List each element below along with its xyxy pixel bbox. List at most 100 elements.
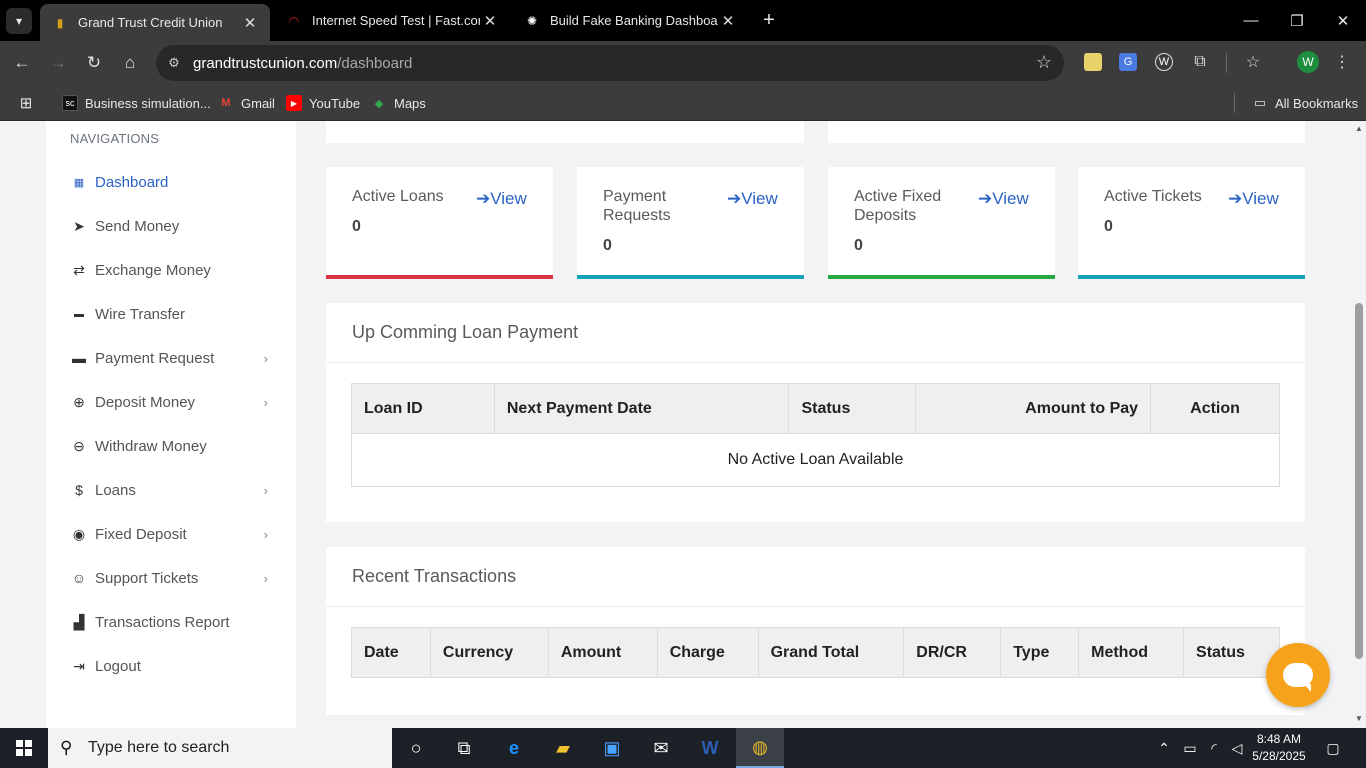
profile-avatar[interactable]: W (1297, 51, 1319, 73)
tab-fast-com[interactable]: ◠ Internet Speed Test | Fast.com ✕ (274, 0, 510, 41)
sidebar-item-exchange-money[interactable]: ⇄ Exchange Money (46, 250, 296, 290)
sidebar-item-label: Logout (95, 657, 141, 675)
bookmark-youtube[interactable]: ▶ YouTube (286, 93, 360, 113)
sidebar-item-logout[interactable]: ⇥ Logout (46, 646, 296, 686)
browser-toolbar: ← → ↻ ⌂ ⚙ grandtrustcunion.com/dashboard… (0, 41, 1366, 85)
bookmark-gmail[interactable]: M Gmail (218, 93, 275, 113)
system-clock[interactable]: 8:48 AM 5/28/2025 (1245, 731, 1313, 765)
openai-icon: ✺ (526, 13, 538, 28)
reading-list-icon[interactable]: ☆ (1244, 53, 1262, 71)
all-bookmarks-button[interactable]: ▭ All Bookmarks (1252, 93, 1358, 113)
network-icon[interactable]: ◜ (1202, 728, 1226, 768)
close-window-button[interactable]: ✕ (1320, 0, 1366, 41)
notes-extension-icon[interactable] (1084, 53, 1102, 71)
back-button[interactable]: ← (8, 49, 36, 77)
bookmark-maps[interactable]: ◆ Maps (371, 93, 426, 113)
arrow-right-icon: ➔ (476, 189, 491, 208)
speedometer-icon: ◠ (288, 13, 300, 28)
tab-grand-trust[interactable]: ▮ Grand Trust Credit Union ✕ (40, 4, 270, 41)
page-scrollbar[interactable]: ▲ ▼ (1352, 121, 1366, 728)
close-icon[interactable]: ✕ (718, 12, 738, 30)
chrome-icon[interactable]: ◍ (736, 728, 784, 768)
forward-button[interactable]: → (44, 49, 72, 77)
battery-icon[interactable]: ▭ (1178, 728, 1202, 768)
apps-grid-icon[interactable]: ⊞ (18, 93, 34, 113)
site-info-icon[interactable]: ⚙ (164, 53, 184, 73)
arrow-right-icon: ➔ (727, 189, 742, 208)
tab-search-button[interactable]: ▾ (6, 8, 32, 34)
stat-card-payment-requests: Payment Requests ➔View 0 (577, 167, 804, 279)
stat-title: Active Loans (352, 188, 444, 205)
table-header-row: Loan ID Next Payment Date Status Amount … (351, 383, 1280, 434)
edge-icon[interactable]: e (490, 728, 538, 768)
stat-card-active-loans: Active Loans ➔View 0 (326, 167, 553, 279)
sidebar-item-send-money[interactable]: ➤ Send Money (46, 206, 296, 246)
column-header: Amount to Pay (915, 383, 1152, 434)
view-label: View (1242, 189, 1279, 208)
sidebar-item-label: Withdraw Money (95, 437, 207, 455)
mail-icon[interactable]: ✉ (637, 728, 685, 768)
sidebar-item-label: Exchange Money (95, 261, 211, 279)
sidebar-item-fixed-deposit[interactable]: ◉ Fixed Deposit › (46, 514, 296, 554)
reload-button[interactable]: ↻ (80, 49, 108, 77)
column-header: Status (1183, 627, 1280, 678)
address-bar[interactable]: ⚙ grandtrustcunion.com/dashboard ☆ (156, 45, 1064, 81)
start-button[interactable] (0, 728, 48, 768)
view-link[interactable]: ➔View (727, 189, 778, 209)
tab-build-dashboard[interactable]: ✺ Build Fake Banking Dashboard ✕ (512, 0, 748, 41)
arrow-right-icon: ➔ (978, 189, 993, 208)
cortana-icon[interactable]: ○ (392, 728, 440, 768)
sidebar-item-support-tickets[interactable]: ☺ Support Tickets › (46, 558, 296, 598)
sidebar-item-wire-transfer[interactable]: ▬ Wire Transfer (46, 294, 296, 334)
view-link[interactable]: ➔View (476, 189, 527, 209)
tray-chevron-up-icon[interactable]: ⌃ (1152, 728, 1176, 768)
wordtune-extension-icon[interactable]: W (1155, 53, 1173, 71)
new-tab-button[interactable]: + (758, 9, 780, 31)
notifications-icon[interactable]: ▢ (1320, 728, 1346, 768)
restore-button[interactable]: ❐ (1274, 0, 1320, 41)
minus-circle-icon: ⊖ (73, 437, 85, 454)
translate-extension-icon[interactable]: G (1119, 53, 1137, 71)
url-path: /dashboard (337, 55, 413, 72)
table-row: No Active Loan Available (351, 433, 1280, 487)
sidebar-item-payment-request[interactable]: ▬ Payment Request › (46, 338, 296, 378)
column-header: Charge (656, 627, 759, 678)
gmail-icon: M (221, 97, 231, 109)
column-header: Method (1078, 627, 1185, 678)
wire-transfer-icon: ▬ (74, 308, 84, 320)
taskbar-search-box[interactable]: ⚲ Type here to search (48, 728, 392, 768)
view-link[interactable]: ➔View (1228, 189, 1279, 209)
tab-title: Build Fake Banking Dashboard (550, 13, 718, 28)
task-view-icon[interactable]: ⧉ (440, 728, 488, 768)
maps-icon: ◆ (374, 97, 384, 110)
sidebar-item-transactions-report[interactable]: ▟ Transactions Report (46, 602, 296, 642)
sidebar-item-dashboard[interactable]: ▦ Dashboard (46, 162, 296, 202)
sidebar-item-deposit-money[interactable]: ⊕ Deposit Money › (46, 382, 296, 422)
piggy-icon: ◉ (72, 525, 86, 542)
close-icon[interactable]: ✕ (480, 12, 500, 30)
word-icon[interactable]: W (686, 728, 734, 768)
home-button[interactable]: ⌂ (116, 49, 144, 77)
bookmark-star-icon[interactable]: ☆ (1036, 52, 1052, 73)
live-chat-button[interactable] (1266, 643, 1330, 707)
extensions-puzzle-icon[interactable]: ⧉ (1191, 53, 1209, 71)
minimize-button[interactable]: — (1228, 0, 1274, 41)
close-icon[interactable]: ✕ (240, 14, 260, 32)
sidebar-item-withdraw-money[interactable]: ⊖ Withdraw Money (46, 426, 296, 466)
stat-card-active-tickets: Active Tickets ➔View 0 (1078, 167, 1305, 279)
kebab-menu-icon[interactable]: ⋮ (1333, 53, 1351, 71)
scroll-down-arrow-icon[interactable]: ▼ (1354, 714, 1364, 724)
column-header: Amount (547, 627, 658, 678)
store-icon[interactable]: ▣ (588, 728, 636, 768)
credit-card-icon: ▬ (72, 350, 86, 366)
file-explorer-icon[interactable]: ▰ (539, 728, 587, 768)
plus-circle-icon: ⊕ (73, 393, 85, 410)
scroll-up-arrow-icon[interactable]: ▲ (1354, 124, 1364, 134)
chevron-right-icon: › (263, 350, 268, 366)
scrollbar-thumb[interactable] (1355, 303, 1363, 659)
sidebar-item-loans[interactable]: $ Loans › (46, 470, 296, 510)
bookmark-business-simulation[interactable]: sc Business simulation... (62, 93, 211, 113)
view-label: View (992, 189, 1029, 208)
windows-logo-icon (16, 740, 32, 756)
view-link[interactable]: ➔View (978, 189, 1029, 209)
